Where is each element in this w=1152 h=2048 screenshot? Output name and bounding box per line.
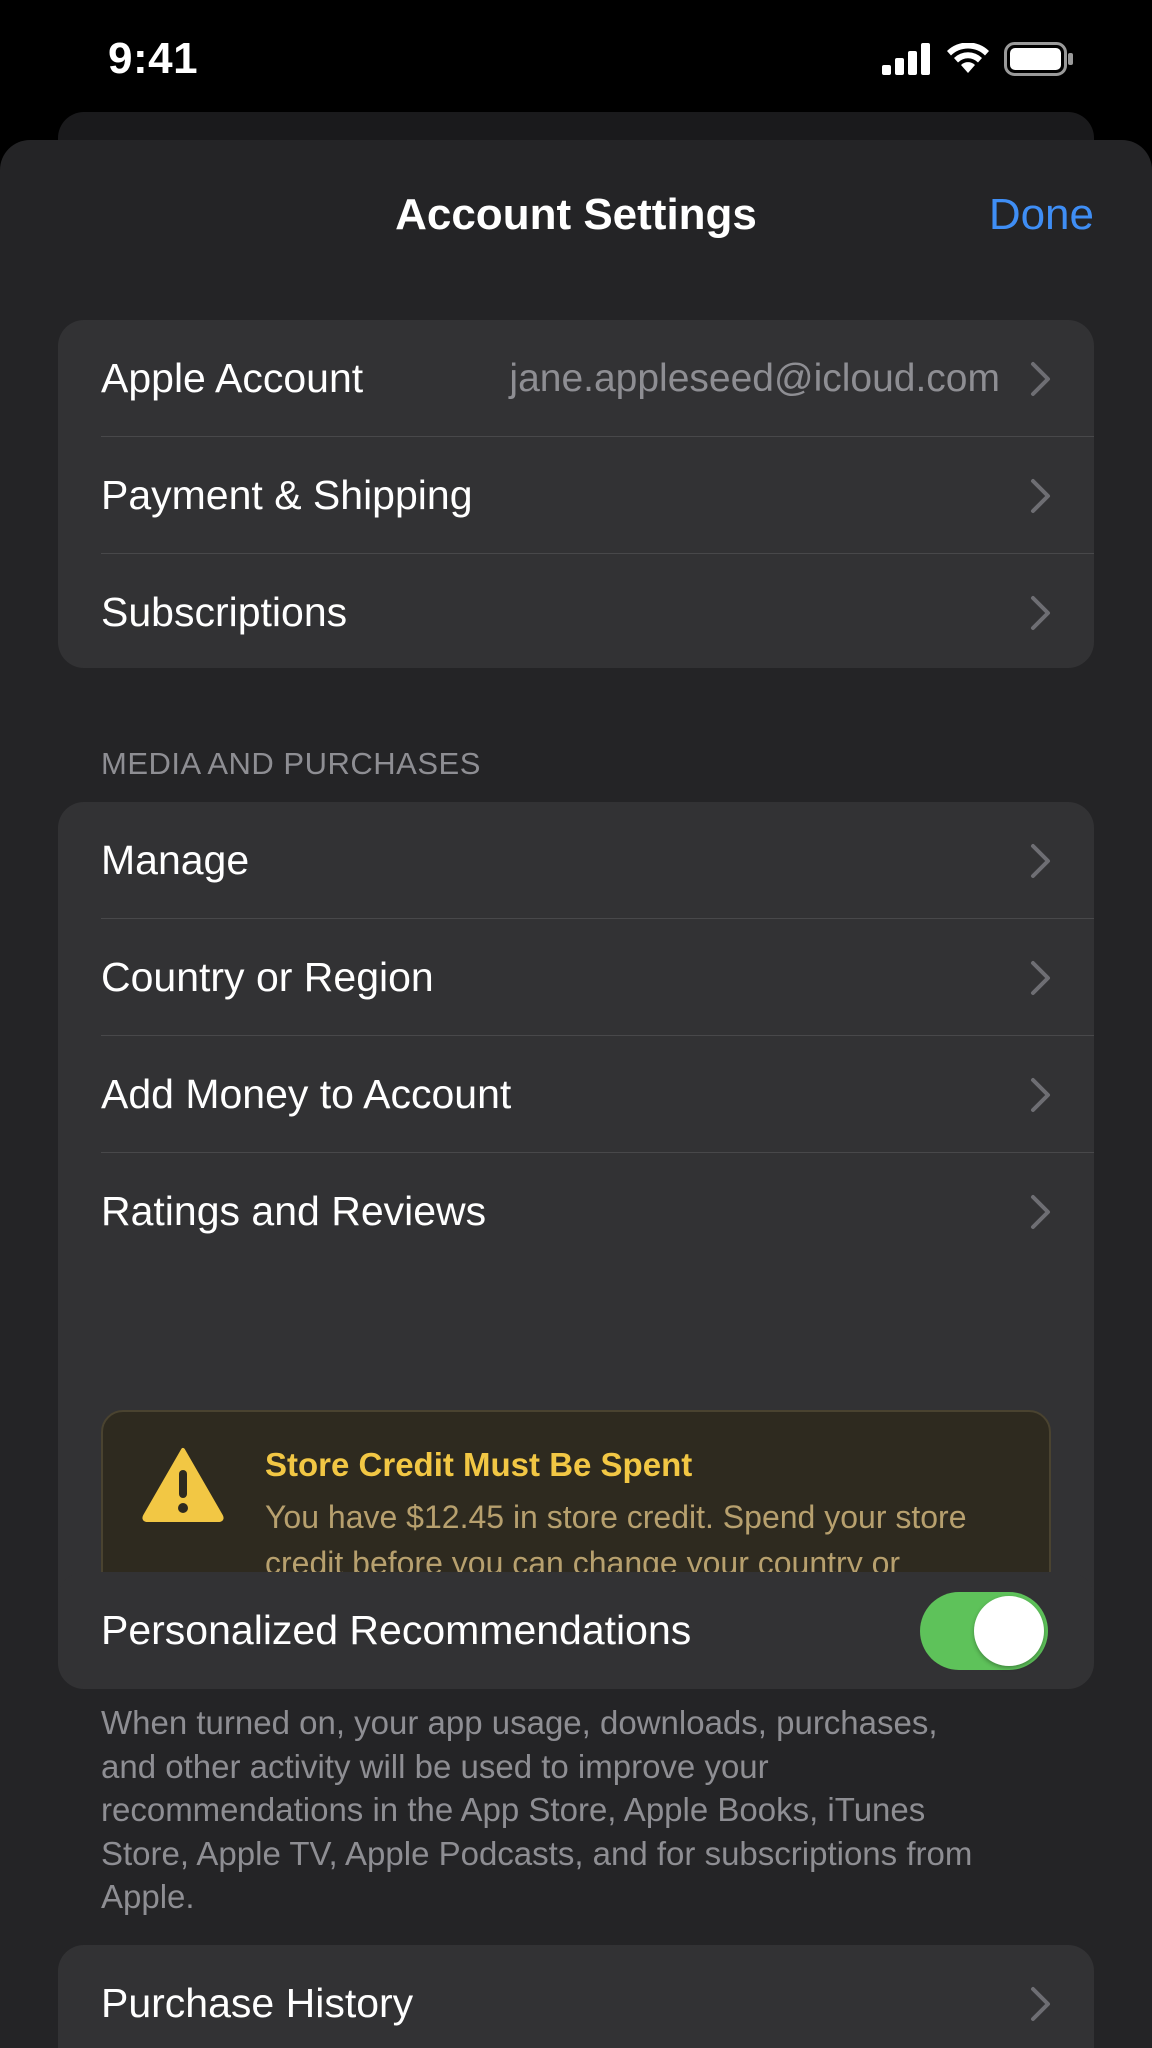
chevron-right-icon [1031,843,1050,878]
chevron-right-icon [1031,1986,1050,2021]
page-title: Account Settings [395,190,757,239]
account-email: jane.appleseed@icloud.com [509,356,1000,400]
chevron-right-icon [1031,1077,1050,1112]
chevron-right-icon [1031,1194,1050,1229]
status-bar: 9:41 [0,0,1152,115]
account-settings-sheet: Account Settings Done Apple Account jane… [0,140,1152,2048]
wifi-icon [947,43,989,73]
status-time: 9:41 [108,34,199,83]
row-label: Purchase History [101,1980,414,2026]
recommendations-footer: When turned on, your app usage, download… [101,1704,973,1915]
ratings-reviews-row[interactable]: Ratings and Reviews [58,1153,1094,1270]
alert-title: Store Credit Must Be Spent [265,1446,693,1483]
manage-row[interactable]: Manage [58,802,1094,919]
section-header-media: MEDIA AND PURCHASES [101,746,481,781]
payment-shipping-row[interactable]: Payment & Shipping [58,437,1094,554]
row-label: Country or Region [101,954,434,1000]
personalized-recommendations-row: Personalized Recommendations [58,1572,1094,1689]
row-label: Payment & Shipping [101,472,473,518]
row-label: Manage [101,837,250,883]
country-region-row[interactable]: Country or Region [58,919,1094,1036]
cellular-signal-icon [882,43,930,75]
chevron-right-icon [1031,361,1050,396]
purchase-history-row[interactable]: Purchase History [58,1945,1094,2048]
history-group: Purchase History [58,1945,1094,2048]
toggle-knob [974,1595,1044,1666]
row-label: Personalized Recommendations [101,1607,692,1653]
battery-icon [1004,42,1073,76]
apple-account-row[interactable]: Apple Account jane.appleseed@icloud.com [58,320,1094,437]
row-label: Apple Account [101,355,364,401]
chevron-right-icon [1031,595,1050,630]
subscriptions-row[interactable]: Subscriptions [58,554,1094,668]
row-label: Subscriptions [101,589,348,635]
row-label: Add Money to Account [101,1071,512,1117]
personalized-recommendations-toggle[interactable] [920,1591,1048,1670]
account-group: Apple Account jane.appleseed@icloud.com … [58,320,1094,668]
chevron-right-icon [1031,478,1050,513]
status-icons [882,42,1074,76]
chevron-right-icon [1031,960,1050,995]
add-money-row[interactable]: Add Money to Account [58,1036,1094,1153]
done-button[interactable]: Done [989,190,1094,240]
row-label: Ratings and Reviews [101,1188,487,1234]
recommendations-group: Personalized Recommendations [58,1572,1094,1689]
warning-icon [142,1448,224,1522]
media-purchases-group: Manage Country or Region Add Money to Ac… [58,802,1094,1682]
